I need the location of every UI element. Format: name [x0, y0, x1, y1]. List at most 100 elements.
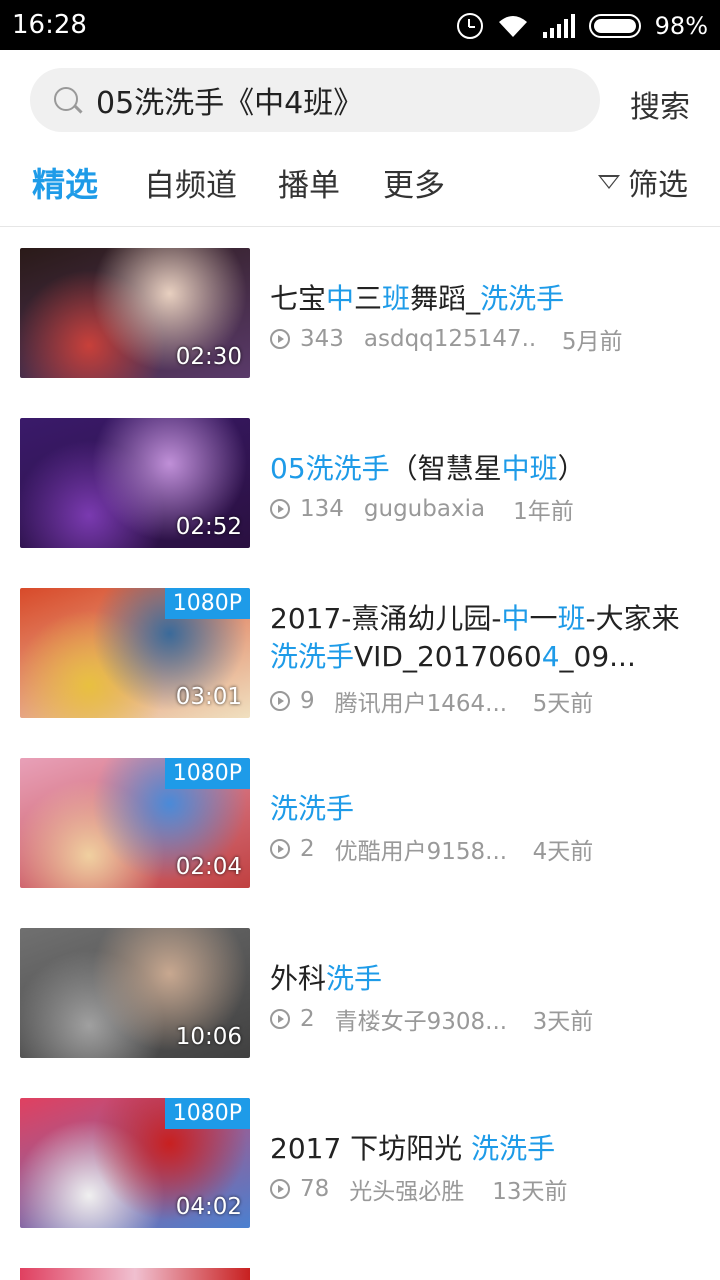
status-bar: 16:28 98% — [0, 0, 720, 50]
play-count-icon — [270, 499, 290, 519]
video-meta: 2 优酷用户9158... 4天前 — [270, 832, 593, 866]
play-count-icon — [270, 1179, 290, 1199]
video-result[interactable]: 1080P 04:02 2017 下坊阳光 洗洗手 78 光头强必胜 13天前 — [0, 1098, 720, 1268]
quality-badge: 1080P — [164, 1098, 250, 1129]
title-highlight: 洗洗手 — [270, 640, 355, 673]
play-count: 9 — [300, 688, 315, 714]
video-duration: 02:30 — [175, 344, 242, 370]
video-thumbnail[interactable]: 1080P 04:02 — [20, 1098, 250, 1228]
uploader-name[interactable]: asdqq125147... — [364, 326, 534, 352]
title-highlight: 05洗洗手 — [270, 452, 390, 485]
title-text: 七宝 — [270, 282, 327, 315]
video-title[interactable]: 七宝中三班舞蹈_洗洗手 — [270, 280, 690, 318]
video-result[interactable]: 02:52 05洗洗手（智慧星中班） 134 gugubaxia 1年前 — [0, 418, 720, 588]
quality-badge: 1080P — [164, 758, 250, 789]
filter-label: 筛选 — [628, 168, 688, 203]
search-button[interactable]: 搜索 — [630, 82, 690, 126]
title-text: 舞蹈_ — [410, 282, 481, 315]
title-highlight: 洗洗手 — [270, 792, 355, 825]
video-title[interactable]: 05洗洗手（智慧星中班） — [270, 450, 690, 488]
upload-time: 5月前 — [561, 329, 623, 355]
title-text: 2017 下坊阳光 — [270, 1132, 472, 1165]
title-text: ） — [557, 452, 586, 485]
play-count-icon — [270, 1009, 290, 1029]
title-highlight: 中 — [326, 282, 355, 315]
tab-featured[interactable]: 精选 — [32, 158, 98, 206]
title-text: （智慧星 — [389, 452, 502, 485]
video-title[interactable]: 外科洗手 — [270, 960, 690, 998]
uploader-name[interactable]: 光头强必胜 — [349, 1172, 464, 1206]
play-count: 134 — [300, 496, 344, 522]
video-result[interactable]: 1080P 02:04 洗洗手 2 优酷用户9158... 4天前 — [0, 758, 720, 928]
title-text: _09... — [559, 640, 636, 673]
title-highlight: 洗洗手 — [480, 282, 565, 315]
title-text: VID_2017060 — [354, 640, 542, 673]
search-icon — [54, 87, 78, 111]
video-thumbnail[interactable]: 1080P 02:04 — [20, 758, 250, 888]
play-count-icon — [270, 839, 290, 859]
video-title[interactable]: 2017-熹涌幼儿园-中一班-大家来洗洗手VID_20170604_09... — [270, 600, 690, 676]
upload-time: 1年前 — [513, 499, 574, 525]
tab-playlist[interactable]: 播单 — [278, 160, 340, 205]
search-bar[interactable] — [30, 68, 600, 132]
video-meta: 134 gugubaxia 1年前 — [270, 492, 574, 526]
video-result[interactable]: 02:30 七宝中三班舞蹈_洗洗手 343 asdqq125147... 5月前 — [0, 248, 720, 418]
video-thumbnail[interactable]: 02:30 — [20, 248, 250, 378]
wifi-icon — [498, 16, 527, 37]
video-thumbnail[interactable]: 10:06 — [20, 928, 250, 1058]
video-title[interactable]: 洗洗手 — [270, 790, 690, 828]
title-text: 一 — [529, 602, 558, 635]
upload-time: 13天前 — [492, 1179, 568, 1205]
video-title[interactable]: 2017 下坊阳光 洗洗手 — [270, 1130, 690, 1168]
video-meta: 9 腾讯用户1464... 5天前 — [270, 684, 593, 718]
video-duration: 02:04 — [175, 854, 242, 880]
video-thumbnail[interactable]: 1080P 03:01 — [20, 588, 250, 718]
status-time: 16:28 — [12, 10, 87, 40]
video-thumbnail[interactable]: 02:52 — [20, 418, 250, 548]
play-count: 2 — [300, 1006, 315, 1032]
tab-more[interactable]: 更多 — [383, 160, 445, 205]
video-result[interactable]: 10:06 外科洗手 2 青楼女子9308... 3天前 — [0, 928, 720, 1098]
title-text: 三 — [354, 282, 383, 315]
uploader-name[interactable]: 优酷用户9158... — [335, 832, 505, 866]
status-icons: 98% — [456, 10, 708, 42]
title-highlight: 洗手 — [326, 962, 383, 995]
play-count: 78 — [300, 1176, 330, 1202]
alarm-icon — [456, 13, 483, 39]
quality-badge: 1080P — [164, 588, 250, 619]
category-tabs: 精选 自频道 播单 更多 筛选 — [0, 150, 720, 214]
signal-icon — [542, 14, 575, 38]
title-highlight: 班 — [382, 282, 411, 315]
play-count: 343 — [300, 326, 344, 352]
title-text: -大家来 — [585, 602, 680, 635]
play-count-icon — [270, 329, 290, 349]
tab-channel[interactable]: 自频道 — [144, 160, 237, 205]
video-duration: 04:02 — [175, 1194, 242, 1220]
play-count-icon — [270, 691, 290, 711]
video-duration: 02:52 — [175, 514, 242, 540]
video-meta: 2 青楼女子9308... 3天前 — [270, 1002, 593, 1036]
video-result[interactable]: 1080P 03:01 2017-熹涌幼儿园-中一班-大家来洗洗手VID_20170… — [0, 588, 720, 758]
uploader-name[interactable]: 腾讯用户1464... — [335, 684, 505, 718]
title-highlight: 洗洗手 — [471, 1132, 556, 1165]
upload-time: 5天前 — [532, 691, 594, 717]
video-thumbnail[interactable] — [20, 1268, 250, 1280]
uploader-name[interactable]: gugubaxia — [364, 496, 485, 522]
play-count: 2 — [300, 836, 315, 862]
uploader-name[interactable]: 青楼女子9308... — [335, 1002, 505, 1036]
title-highlight: 中 — [501, 602, 530, 635]
title-highlight: 4 — [541, 640, 560, 673]
battery-level: 98% — [654, 12, 708, 40]
video-meta: 78 光头强必胜 13天前 — [270, 1172, 568, 1206]
title-highlight: 中班 — [501, 452, 558, 485]
divider — [0, 226, 720, 227]
video-meta: 343 asdqq125147... 5月前 — [270, 322, 623, 356]
search-input[interactable] — [96, 68, 586, 132]
upload-time: 4天前 — [532, 839, 594, 865]
title-highlight: 班 — [557, 602, 586, 635]
filter-button[interactable]: 筛选 — [598, 160, 688, 204]
upload-time: 3天前 — [532, 1009, 594, 1035]
video-duration: 03:01 — [175, 684, 242, 710]
filter-icon — [598, 175, 620, 189]
title-text: 2017-熹涌幼儿园- — [270, 602, 502, 635]
